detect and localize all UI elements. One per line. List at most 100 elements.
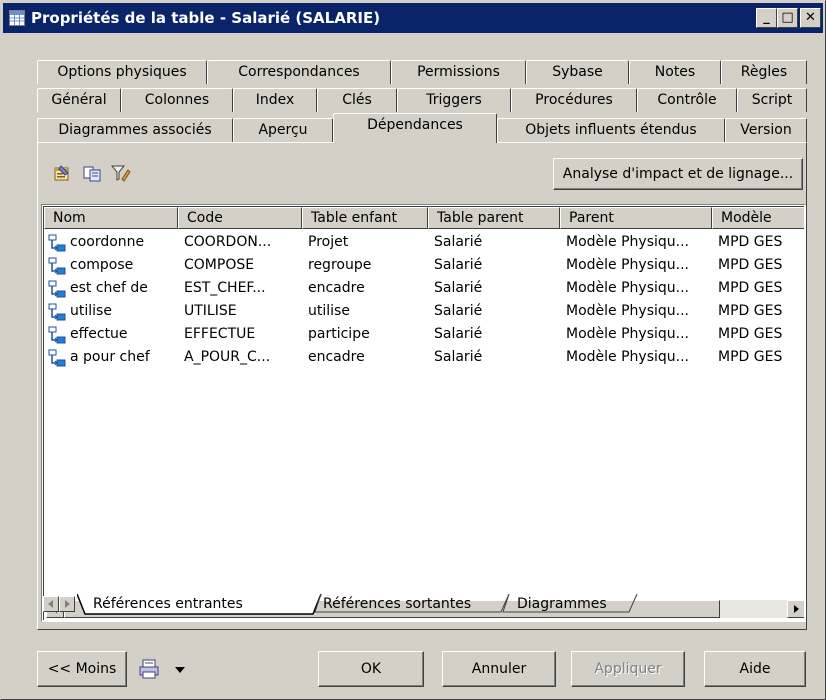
tab-label: Triggers	[426, 92, 482, 108]
tab-label: Dépendances	[367, 117, 463, 133]
cell-enfant: regroupe	[308, 257, 372, 273]
reference-icon	[48, 257, 66, 275]
properties-icon[interactable]	[51, 162, 73, 184]
tab-script[interactable]: Script	[737, 88, 807, 112]
column-header-parent[interactable]: Parent	[560, 207, 712, 229]
cell-nom: compose	[70, 257, 134, 273]
impact-analysis-button[interactable]: Analyse d'impact et de lignage...	[553, 158, 803, 190]
cell-code: EFFECTUE	[184, 326, 256, 342]
cell-modele: MPD GES	[718, 349, 783, 365]
table-row[interactable]: coordonne COORDON... Projet Salarié Modèle P…	[44, 231, 804, 254]
tab-regles[interactable]: Règles	[721, 60, 807, 84]
ok-button[interactable]: OK	[318, 651, 424, 687]
tab-correspondances[interactable]: Correspondances	[207, 60, 391, 84]
tab-sybase[interactable]: Sybase	[526, 60, 629, 84]
cancel-button[interactable]: Annuler	[442, 651, 556, 687]
arrow-right-icon	[65, 600, 70, 608]
cell-parent-table: Salarié	[434, 257, 483, 273]
dependencies-list: Nom Code Table enfant Table parent Paren…	[41, 204, 806, 622]
reference-icon	[48, 303, 66, 321]
cell-parent-table: Salarié	[434, 303, 483, 319]
cell-enfant: utilise	[308, 303, 350, 319]
tab-label: Script	[751, 92, 793, 108]
tab-label: Correspondances	[238, 64, 360, 80]
tab-label: Règles	[740, 64, 788, 80]
filter-icon[interactable]	[109, 162, 131, 184]
cell-nom: est chef de	[70, 280, 148, 296]
column-header-table-enfant[interactable]: Table enfant	[302, 207, 428, 229]
tab-label: Index	[255, 92, 295, 108]
apply-button[interactable]: Appliquer	[571, 651, 685, 687]
minimize-button[interactable]: _	[756, 8, 777, 28]
column-header-code[interactable]: Code	[178, 207, 302, 229]
less-button[interactable]: << Moins	[37, 651, 127, 687]
cell-nom: effectue	[70, 326, 128, 342]
tab-controle[interactable]: Contrôle	[637, 88, 737, 112]
tab-label: Diagrammes associés	[58, 122, 212, 138]
cell-parent: Modèle Physiqu...	[566, 349, 689, 365]
tab-triggers[interactable]: Triggers	[397, 88, 511, 112]
table-row[interactable]: utilise UTILISE utilise Salarié Modèle Physi…	[44, 300, 804, 323]
cell-parent-table: Salarié	[434, 234, 483, 250]
title-bar[interactable]: Propriétés de la table - Salarié (SALARI…	[3, 3, 823, 33]
cell-parent-table: Salarié	[434, 326, 483, 342]
reference-icon	[48, 349, 66, 367]
tab-version[interactable]: Version	[725, 118, 807, 142]
subtab-scroll-right[interactable]	[59, 596, 75, 612]
cell-code: COMPOSE	[184, 257, 255, 273]
minimize-icon: _	[763, 10, 770, 25]
tab-general[interactable]: Général	[37, 88, 121, 112]
tab-label: Clés	[342, 92, 372, 108]
cell-modele: MPD GES	[718, 257, 783, 273]
cell-modele: MPD GES	[718, 303, 783, 319]
subtab-references-sortantes[interactable]: Références sortantes	[323, 596, 471, 612]
column-header-modele[interactable]: Modèle	[712, 207, 804, 229]
tab-options-physiques[interactable]: Options physiques	[37, 60, 207, 84]
arrow-left-icon	[48, 600, 53, 608]
tab-colonnes[interactable]: Colonnes	[121, 88, 233, 112]
subtab-scroll-left[interactable]	[43, 596, 59, 612]
subtab-diagrammes[interactable]: Diagrammes	[517, 596, 607, 612]
tab-dependances[interactable]: Dépendances	[333, 113, 497, 143]
tab-label: Notes	[654, 64, 696, 80]
reference-icon	[48, 234, 66, 252]
cell-enfant: participe	[308, 326, 370, 342]
table-row[interactable]: a pour chef A_POUR_C... encadre Salarié Modè…	[44, 346, 804, 369]
cell-enfant: encadre	[308, 280, 365, 296]
cell-enfant: Projet	[308, 234, 349, 250]
tab-label: Procédures	[535, 92, 613, 108]
table-row[interactable]: effectue EFFECTUE participe Salarié Modèle P…	[44, 323, 804, 346]
tab-apercu[interactable]: Aperçu	[233, 118, 333, 142]
cell-parent-table: Salarié	[434, 349, 483, 365]
cell-nom: coordonne	[70, 234, 145, 250]
tab-permissions[interactable]: Permissions	[391, 60, 526, 84]
tab-cles[interactable]: Clés	[317, 88, 397, 112]
print-menu-button[interactable]	[134, 651, 206, 687]
table-row[interactable]: est chef de EST_CHEF... encadre Salarié Modè…	[44, 277, 804, 300]
printer-icon	[139, 659, 159, 679]
tab-label: Aperçu	[258, 122, 308, 138]
tab-label: Général	[51, 92, 107, 108]
help-button[interactable]: Aide	[704, 651, 806, 687]
cell-parent: Modèle Physiqu...	[566, 326, 689, 342]
window-title: Propriétés de la table - Salarié (SALARI…	[31, 9, 381, 27]
maximize-button[interactable]: □	[777, 8, 798, 28]
tab-diagrammes-associes[interactable]: Diagrammes associés	[37, 118, 233, 142]
tab-procedures[interactable]: Procédures	[511, 88, 637, 112]
column-header-table-parent[interactable]: Table parent	[428, 207, 560, 229]
cell-nom: a pour chef	[70, 349, 150, 365]
close-icon: ✕	[805, 10, 816, 25]
subtab-references-entrantes[interactable]: Références entrantes	[93, 596, 243, 612]
tab-label: Objets influents étendus	[525, 122, 697, 138]
copy-icon[interactable]	[81, 162, 103, 184]
tab-index[interactable]: Index	[233, 88, 317, 112]
cell-parent: Modèle Physiqu...	[566, 280, 689, 296]
close-button[interactable]: ✕	[800, 8, 821, 28]
cell-parent: Modèle Physiqu...	[566, 257, 689, 273]
cell-enfant: encadre	[308, 349, 365, 365]
tab-objets-influents-etendus[interactable]: Objets influents étendus	[497, 118, 725, 142]
tab-notes[interactable]: Notes	[629, 60, 721, 84]
reference-icon	[48, 326, 66, 344]
table-row[interactable]: compose COMPOSE regroupe Salarié Modèle Phys…	[44, 254, 804, 277]
column-header-nom[interactable]: Nom	[44, 207, 178, 229]
